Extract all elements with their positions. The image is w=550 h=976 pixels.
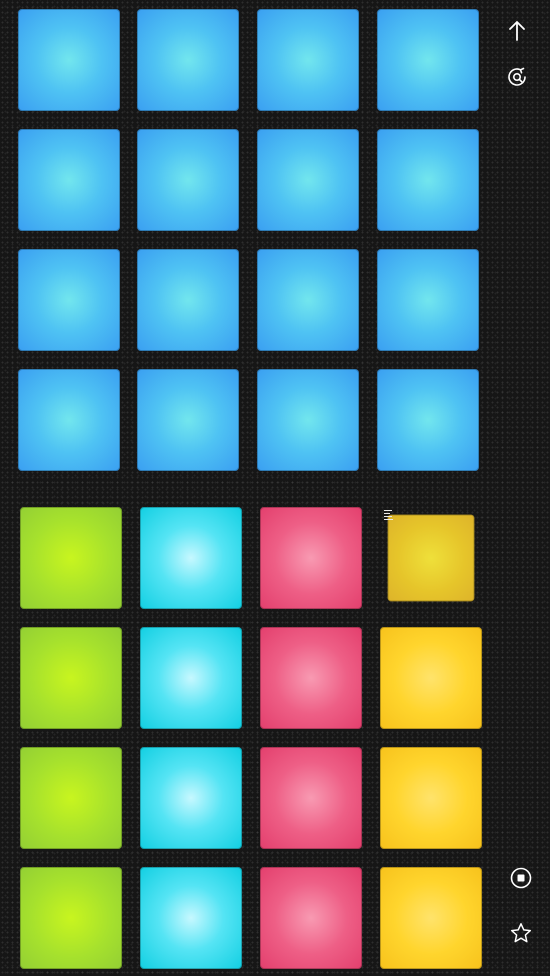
bottom-pad-pink-r4c3[interactable] bbox=[260, 867, 362, 969]
stop-icon bbox=[510, 867, 532, 889]
top-pad-blue-r2c1[interactable] bbox=[18, 129, 120, 231]
bottom-pad-green-r1c1[interactable] bbox=[20, 507, 122, 609]
pad-marker-icon bbox=[384, 510, 393, 520]
bottom-pad-yellow-r2c4[interactable] bbox=[380, 627, 482, 729]
bottom-pad-yellow-r4c4[interactable] bbox=[380, 867, 482, 969]
bottom-pad-pink-r2c3[interactable] bbox=[260, 627, 362, 729]
bottom-pad-yellow-r1c4[interactable] bbox=[387, 514, 475, 602]
top-pad-blue-r3c4[interactable] bbox=[377, 249, 479, 351]
star-icon bbox=[510, 923, 532, 943]
favorite-button[interactable] bbox=[505, 917, 537, 949]
top-pad-blue-r3c1[interactable] bbox=[18, 249, 120, 351]
arrow-up-button[interactable] bbox=[501, 15, 533, 47]
bottom-pad-yellow-r3c4[interactable] bbox=[380, 747, 482, 849]
top-pad-blue-r1c3[interactable] bbox=[257, 9, 359, 111]
top-pad-blue-r1c1[interactable] bbox=[18, 9, 120, 111]
loop-record-button[interactable] bbox=[501, 61, 533, 93]
pad-grid bbox=[0, 0, 490, 976]
bottom-pad-cyan-r2c2[interactable] bbox=[140, 627, 242, 729]
top-pad-blue-r2c2[interactable] bbox=[137, 129, 239, 231]
top-pad-blue-r1c4[interactable] bbox=[377, 9, 479, 111]
stop-button[interactable] bbox=[505, 862, 537, 894]
loop-record-icon bbox=[508, 67, 526, 86]
top-pad-blue-r3c3[interactable] bbox=[257, 249, 359, 351]
bottom-pad-pink-r3c3[interactable] bbox=[260, 747, 362, 849]
top-pad-blue-r4c1[interactable] bbox=[18, 369, 120, 471]
bottom-pad-pink-r1c3[interactable] bbox=[260, 507, 362, 609]
bottom-pad-cyan-r1c2[interactable] bbox=[140, 507, 242, 609]
top-pad-blue-r4c2[interactable] bbox=[137, 369, 239, 471]
bottom-pad-cyan-r4c2[interactable] bbox=[140, 867, 242, 969]
top-pad-blue-r2c4[interactable] bbox=[377, 129, 479, 231]
top-pad-blue-r4c3[interactable] bbox=[257, 369, 359, 471]
top-pad-blue-r4c4[interactable] bbox=[377, 369, 479, 471]
top-pad-blue-r3c2[interactable] bbox=[137, 249, 239, 351]
bottom-pad-cyan-r3c2[interactable] bbox=[140, 747, 242, 849]
arrow-up-icon bbox=[509, 21, 525, 41]
top-pad-blue-r2c3[interactable] bbox=[257, 129, 359, 231]
bottom-pad-green-r3c1[interactable] bbox=[20, 747, 122, 849]
bottom-pad-green-r4c1[interactable] bbox=[20, 867, 122, 969]
bottom-pad-green-r2c1[interactable] bbox=[20, 627, 122, 729]
top-pad-blue-r1c2[interactable] bbox=[137, 9, 239, 111]
